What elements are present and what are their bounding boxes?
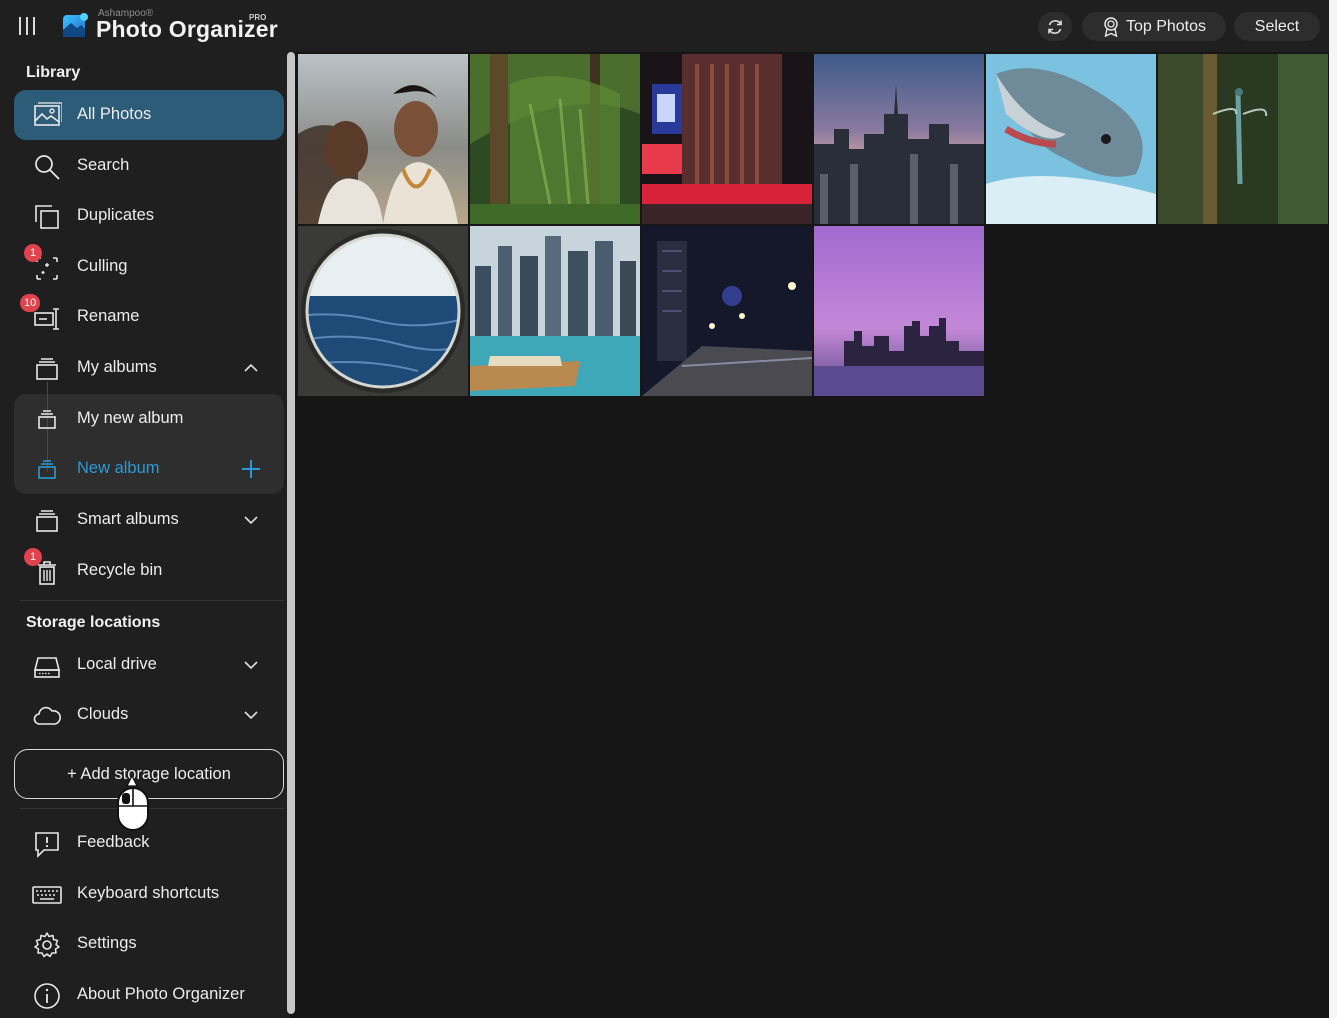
info-icon [34, 983, 60, 1009]
photo-thumbnail[interactable] [642, 54, 812, 224]
sidebar-item-my-albums[interactable]: My albums [14, 343, 284, 393]
library-section-title: Library [26, 64, 81, 81]
sidebar-item-local-drive[interactable]: Local drive [14, 640, 284, 690]
sidebar-item-label: My new album [77, 409, 184, 427]
rename-badge: 10 [20, 294, 41, 312]
sidebar-item-recycle-bin[interactable]: Recycle bin [14, 546, 284, 596]
photo-thumbnail[interactable] [1158, 54, 1328, 224]
keyboard-icon [32, 886, 62, 904]
sidebar-item-my-new-album[interactable]: My new album [14, 394, 284, 444]
recycle-bin-badge: 1 [24, 548, 42, 566]
sidebar-item-clouds[interactable]: Clouds [14, 690, 284, 740]
chevron-up-icon[interactable] [242, 359, 260, 377]
album-icon [36, 358, 58, 380]
sidebar-item-label: Culling [77, 257, 128, 275]
sidebar-item-new-album[interactable]: New album [14, 444, 284, 494]
sidebar-item-settings[interactable]: Settings [14, 919, 284, 969]
photo-thumbnail[interactable] [814, 54, 984, 224]
sidebar-item-label: Local drive [77, 655, 157, 673]
smart-album-icon [36, 510, 58, 532]
chevron-down-icon[interactable] [242, 706, 260, 724]
app-header: Ashampoo® Photo Organizer PRO Top Photos… [0, 0, 1337, 52]
feedback-icon [35, 832, 59, 858]
duplicates-icon [35, 205, 59, 229]
menu-icon[interactable] [16, 15, 38, 37]
sidebar-item-label: Keyboard shortcuts [77, 884, 220, 902]
plus-icon[interactable] [240, 458, 262, 480]
sidebar-item-label: Duplicates [77, 206, 155, 224]
search-icon [35, 155, 60, 180]
chevron-down-icon[interactable] [242, 656, 260, 674]
album-icon [38, 460, 56, 479]
photo-thumbnail[interactable] [470, 54, 640, 224]
sidebar-item-rename[interactable]: Rename [14, 292, 284, 342]
window-edge [1329, 0, 1337, 1018]
photo-thumbnail[interactable] [642, 226, 812, 396]
sidebar-item-search[interactable]: Search [14, 141, 284, 191]
top-photos-button[interactable]: Top Photos [1082, 12, 1226, 41]
sidebar-item-label: Smart albums [77, 510, 179, 528]
sidebar-item-smart-albums[interactable]: Smart albums [14, 495, 284, 545]
photo-thumbnail[interactable] [298, 226, 468, 396]
chevron-down-icon[interactable] [242, 511, 260, 529]
culling-badge: 1 [24, 244, 42, 262]
sidebar-item-all-photos[interactable]: All Photos [14, 90, 284, 140]
select-button[interactable]: Select [1234, 12, 1320, 41]
sidebar-item-culling[interactable]: Culling [14, 242, 284, 292]
drive-icon [33, 657, 61, 678]
refresh-icon [1048, 19, 1062, 34]
top-photos-label: Top Photos [1125, 17, 1207, 35]
sidebar-item-keyboard-shortcuts[interactable]: Keyboard shortcuts [14, 869, 284, 919]
sidebar-divider [20, 808, 284, 809]
album-icon [38, 410, 56, 429]
sidebar-item-label: Feedback [77, 833, 150, 851]
sidebar-item-label: My albums [77, 358, 157, 376]
sidebar-item-label: Settings [77, 934, 137, 952]
gear-icon [34, 932, 60, 958]
mouse-cursor-icon [117, 776, 149, 831]
sidebar-item-label: Rename [77, 307, 140, 325]
award-icon [1104, 16, 1118, 37]
sidebar-item-label: Clouds [77, 705, 129, 723]
sidebar-divider [20, 600, 284, 601]
photo-thumbnail[interactable] [814, 226, 984, 396]
sidebar-item-label: About Photo Organizer [77, 985, 245, 1003]
cloud-icon [33, 706, 61, 725]
refresh-button[interactable] [1038, 12, 1072, 41]
photo-thumbnail[interactable] [470, 226, 640, 396]
sidebar-scrollbar[interactable] [287, 52, 295, 1014]
storage-section-title: Storage locations [26, 614, 161, 631]
sidebar-item-label: Search [77, 156, 130, 174]
photo-thumbnail[interactable] [986, 54, 1156, 224]
app-logo-icon [63, 13, 88, 37]
sidebar-item-about[interactable]: About Photo Organizer [14, 970, 284, 1018]
sidebar-item-label: All Photos [77, 105, 152, 123]
sidebar-item-label: Recycle bin [77, 561, 163, 579]
edition-tag: PRO [249, 13, 267, 22]
sidebar-item-label: New album [77, 459, 160, 477]
photo-thumbnail[interactable] [298, 54, 468, 224]
sidebar-item-duplicates[interactable]: Duplicates [14, 191, 284, 241]
image-icon [34, 102, 62, 126]
